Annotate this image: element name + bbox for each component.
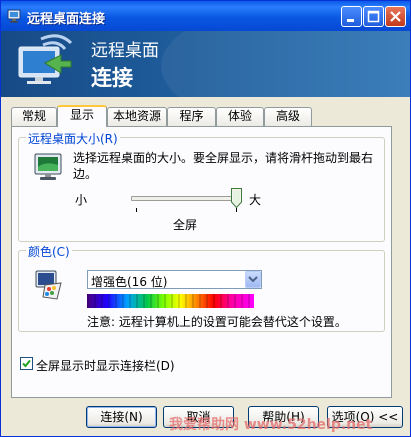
tab-display[interactable]: 显示: [57, 105, 107, 127]
banner: 远程桌面 连接: [1, 31, 410, 97]
display-size-description-line2: 边。: [73, 167, 98, 181]
minimize-icon: [347, 19, 354, 22]
color-palette-icon: [35, 270, 62, 300]
tab-local-resources[interactable]: 本地资源: [107, 107, 167, 126]
monitor-icon: [34, 153, 62, 180]
display-size-slider-track[interactable]: [131, 196, 241, 201]
color-depth-value: 增强色(16 位): [91, 275, 168, 289]
colors-group: 颜色(C) 增强色(16 位) 注意: 远程计算机上的设置可能会替代这个设置。: [18, 243, 385, 332]
slider-min-label: 小: [75, 193, 88, 207]
display-size-value: 全屏: [173, 218, 198, 232]
tab-general[interactable]: 常规: [11, 107, 57, 126]
close-icon: [390, 11, 401, 22]
display-size-legend: 远程桌面大小(R): [26, 130, 120, 147]
display-size-slider-thumb[interactable]: [231, 188, 242, 208]
colors-legend: 颜色(C): [26, 243, 72, 260]
banner-title-line2: 连接: [91, 66, 133, 90]
close-button[interactable]: [385, 6, 406, 27]
dropdown-button[interactable]: [245, 271, 261, 288]
maximize-button[interactable]: [363, 6, 384, 27]
color-depth-select[interactable]: 增强色(16 位): [87, 270, 262, 289]
tab-programs[interactable]: 程序: [167, 107, 216, 126]
slider-max-label: 大: [249, 193, 262, 207]
window-title: 远程桌面连接: [27, 12, 106, 27]
show-connection-bar-label[interactable]: 全屏显示时显示连接栏(D): [36, 357, 175, 374]
chevron-down-icon: [248, 276, 258, 283]
show-connection-bar-checkbox[interactable]: [20, 357, 33, 370]
maximize-icon: [367, 10, 380, 23]
display-size-description-line1: 选择远程桌面的大小。要全屏显示，请将滑杆拖动到最右: [73, 151, 374, 165]
remote-desktop-window: 远程桌面连接 远程桌面 连接 常规 显示 本地资源 程序 体验 高级 远程桌面大…: [0, 0, 411, 437]
checkmark-icon: [22, 359, 31, 368]
site-watermark: 我爱帮助网 www.52help.net: [169, 417, 373, 433]
banner-title-line1: 远程桌面: [91, 41, 159, 61]
color-depth-note: 注意: 远程计算机上的设置可能会替代这个设置。: [87, 315, 347, 329]
minimize-button[interactable]: [341, 6, 362, 27]
tab-advanced[interactable]: 高级: [264, 107, 312, 126]
banner-swoosh: [161, 31, 410, 97]
remote-desktop-icon: [7, 9, 21, 23]
slider-tick: [236, 208, 237, 212]
slider-tick: [136, 208, 137, 212]
color-depth-preview-bar: [87, 294, 254, 308]
tab-experience[interactable]: 体验: [216, 107, 264, 126]
title-bar[interactable]: 远程桌面连接: [1, 1, 410, 31]
display-size-group: 远程桌面大小(R) 选择远程桌面的大小。要全屏显示，请将滑杆拖动到最右 边。 小…: [18, 130, 385, 242]
remote-desktop-logo: [18, 34, 73, 84]
connect-button[interactable]: 连接(N): [86, 406, 157, 428]
display-tab-panel: 远程桌面大小(R) 选择远程桌面的大小。要全屏显示，请将滑杆拖动到最右 边。 小…: [11, 126, 392, 398]
